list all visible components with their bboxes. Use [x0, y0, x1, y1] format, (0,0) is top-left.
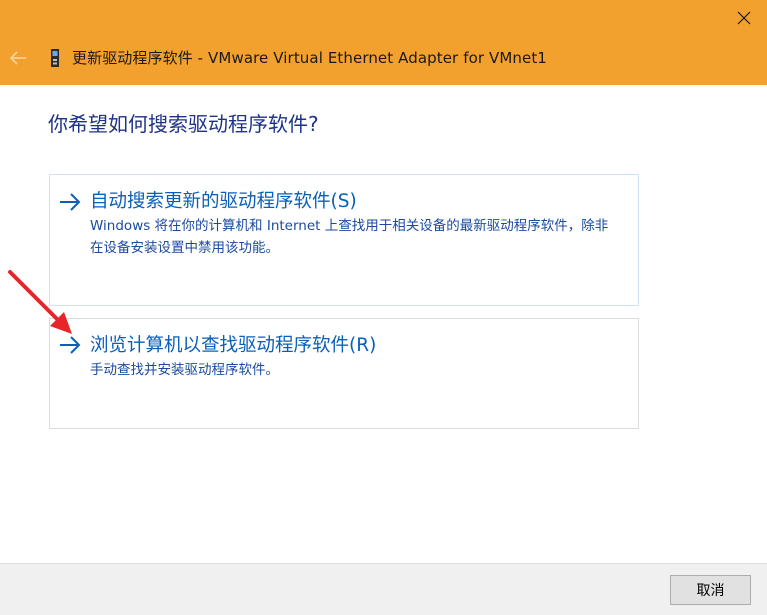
back-arrow-icon [9, 51, 26, 65]
back-button[interactable] [6, 46, 30, 70]
dialog-footer: 取消 [0, 563, 767, 615]
browse-computer-option[interactable]: 浏览计算机以查找驱动程序软件(R) 手动查找并安装驱动程序软件。 [49, 318, 639, 429]
page-heading: 你希望如何搜索驱动程序软件? [48, 112, 319, 136]
browse-computer-description: 手动查找并安装驱动程序软件。 [90, 362, 279, 378]
auto-search-option[interactable]: 自动搜索更新的驱动程序软件(S) Windows 将在你的计算机和 Intern… [49, 174, 639, 306]
close-button[interactable] [721, 0, 767, 36]
browse-computer-title: 浏览计算机以查找驱动程序软件(R) [90, 335, 377, 356]
auto-search-description: Windows 将在你的计算机和 Internet 上查找用于相关设备的最新驱动… [90, 218, 609, 256]
close-icon [737, 11, 751, 25]
cancel-button[interactable]: 取消 [670, 575, 751, 605]
right-arrow-icon [60, 193, 81, 211]
right-arrow-icon [60, 336, 81, 354]
title-bar: 更新驱动程序软件 - VMware Virtual Ethernet Adapt… [0, 0, 767, 85]
network-adapter-icon [51, 49, 59, 67]
auto-search-title: 自动搜索更新的驱动程序软件(S) [90, 191, 357, 212]
dialog-title: 更新驱动程序软件 - VMware Virtual Ethernet Adapt… [72, 49, 547, 67]
update-driver-dialog: 更新驱动程序软件 - VMware Virtual Ethernet Adapt… [0, 0, 767, 615]
